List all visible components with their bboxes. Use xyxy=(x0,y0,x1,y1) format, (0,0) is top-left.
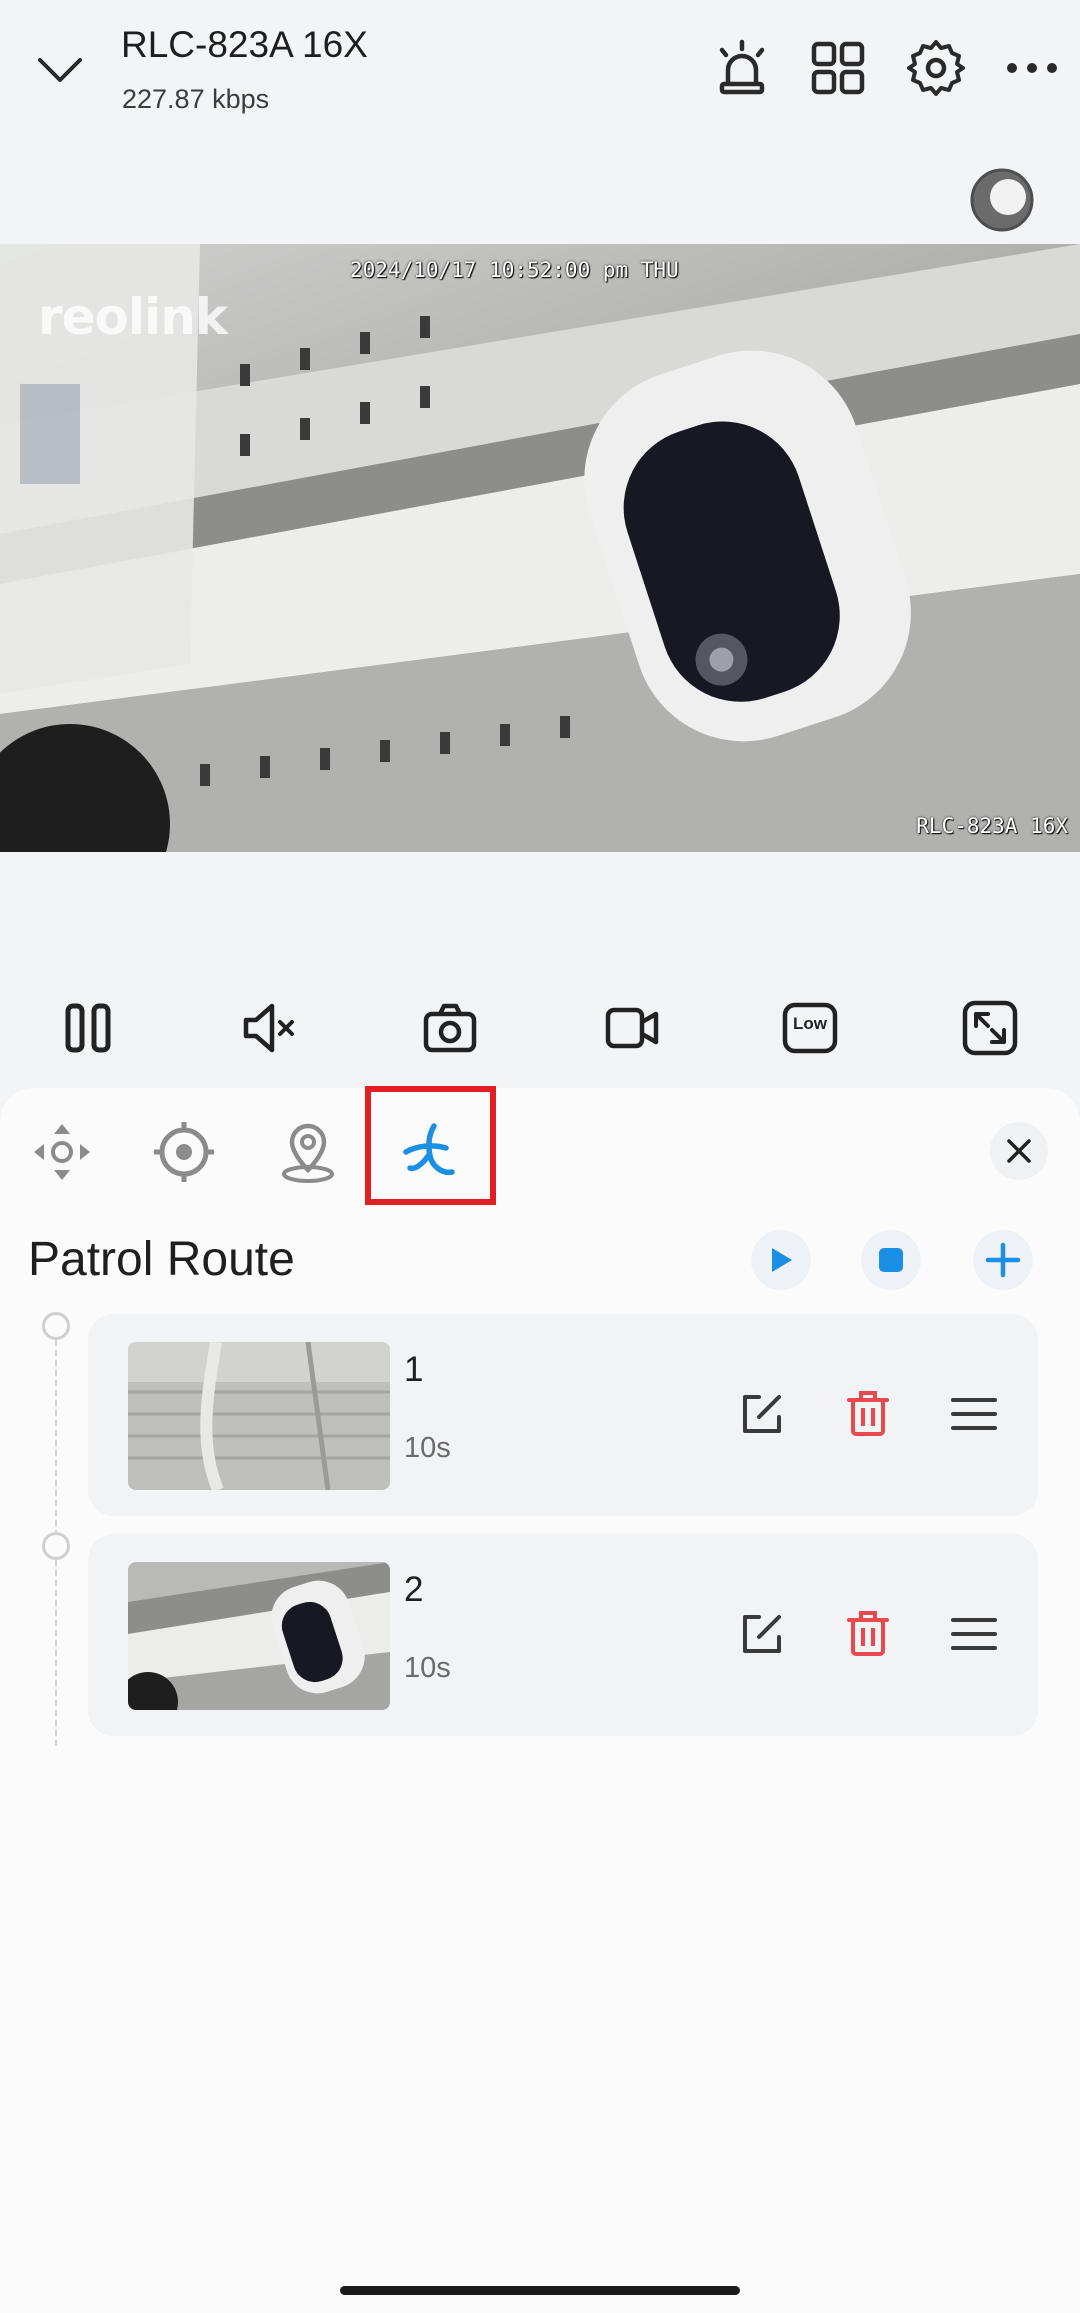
stop-patrol-button[interactable] xyxy=(861,1230,921,1290)
siren-icon xyxy=(719,39,765,95)
tab-preset[interactable] xyxy=(144,1112,224,1192)
close-panel-button[interactable] xyxy=(990,1122,1048,1180)
quality-label: Low xyxy=(793,1014,827,1033)
edit-icon xyxy=(743,1615,781,1653)
preset-thumbnail xyxy=(128,1342,390,1490)
route-point-duration: 10s xyxy=(404,1432,451,1464)
delete-button[interactable] xyxy=(838,1604,898,1664)
play-patrol-button[interactable] xyxy=(751,1230,811,1290)
target-icon xyxy=(154,1122,214,1182)
trash-icon xyxy=(847,1611,889,1656)
grid-icon xyxy=(811,41,865,95)
snapshot-button[interactable] xyxy=(414,992,486,1064)
preset-thumbnail xyxy=(128,1562,390,1710)
edit-button[interactable] xyxy=(732,1604,792,1664)
collapse-chevron-button[interactable] xyxy=(30,40,90,100)
reorder-icon xyxy=(951,1398,997,1430)
timeline-dot xyxy=(42,1312,70,1340)
more-button[interactable] xyxy=(1000,36,1064,100)
play-icon xyxy=(772,1248,792,1272)
route-point-index: 1 xyxy=(404,1350,424,1389)
fullscreen-icon xyxy=(962,1000,1018,1056)
record-button[interactable] xyxy=(596,992,668,1064)
multi-view-button[interactable] xyxy=(806,36,870,100)
camera-name: RLC-823A 16X xyxy=(121,24,368,65)
live-video[interactable]: reolink 2024/10/17 10:52:00 pm THU RLC-8… xyxy=(0,244,1080,852)
location-pin-icon xyxy=(282,1123,334,1183)
list-item[interactable]: 2 10s xyxy=(88,1534,1038,1736)
home-indicator[interactable] xyxy=(340,2286,740,2295)
reorder-icon xyxy=(951,1618,997,1650)
gear-icon xyxy=(907,40,965,96)
quality-button[interactable]: Low xyxy=(774,992,846,1064)
mute-icon xyxy=(243,1003,294,1053)
active-tab-highlight xyxy=(365,1086,496,1205)
bitrate-readout: 227.87 kbps xyxy=(122,84,270,114)
timeline-dot xyxy=(42,1532,70,1560)
drag-handle[interactable] xyxy=(944,1384,1004,1444)
route-point-index: 2 xyxy=(404,1570,424,1609)
plus-icon xyxy=(985,1242,1021,1278)
pause-icon xyxy=(65,1003,111,1053)
direction-pad-icon xyxy=(34,1124,90,1180)
pause-button[interactable] xyxy=(52,992,124,1064)
camera-icon xyxy=(423,1003,477,1053)
list-item[interactable]: 1 10s xyxy=(88,1314,1038,1516)
mute-button[interactable] xyxy=(234,992,306,1064)
edit-icon xyxy=(743,1395,781,1433)
stop-icon xyxy=(879,1248,903,1272)
fullscreen-button[interactable] xyxy=(954,992,1026,1064)
settings-button[interactable] xyxy=(904,36,968,100)
theme-toggle-button[interactable] xyxy=(970,168,1034,232)
delete-button[interactable] xyxy=(838,1384,898,1444)
page-title: Patrol Route xyxy=(28,1233,295,1286)
reolink-logo: reolink xyxy=(38,288,228,346)
tab-preset-location[interactable] xyxy=(268,1112,348,1192)
osd-timestamp: 2024/10/17 10:52:00 pm THU xyxy=(350,258,679,282)
add-route-button[interactable] xyxy=(973,1230,1033,1290)
video-camera-icon xyxy=(605,1007,659,1049)
osd-camera-label: RLC-823A 16X xyxy=(916,814,1068,838)
route-point-duration: 10s xyxy=(404,1652,451,1684)
trash-icon xyxy=(847,1391,889,1436)
close-icon xyxy=(1007,1139,1031,1163)
chevron-down-icon xyxy=(38,58,82,82)
more-icon xyxy=(1007,63,1057,73)
drag-handle[interactable] xyxy=(944,1604,1004,1664)
siren-button[interactable] xyxy=(710,36,774,100)
edit-button[interactable] xyxy=(732,1384,792,1444)
tab-ptz-direction[interactable] xyxy=(22,1112,102,1192)
toggle-icon xyxy=(970,168,1034,232)
